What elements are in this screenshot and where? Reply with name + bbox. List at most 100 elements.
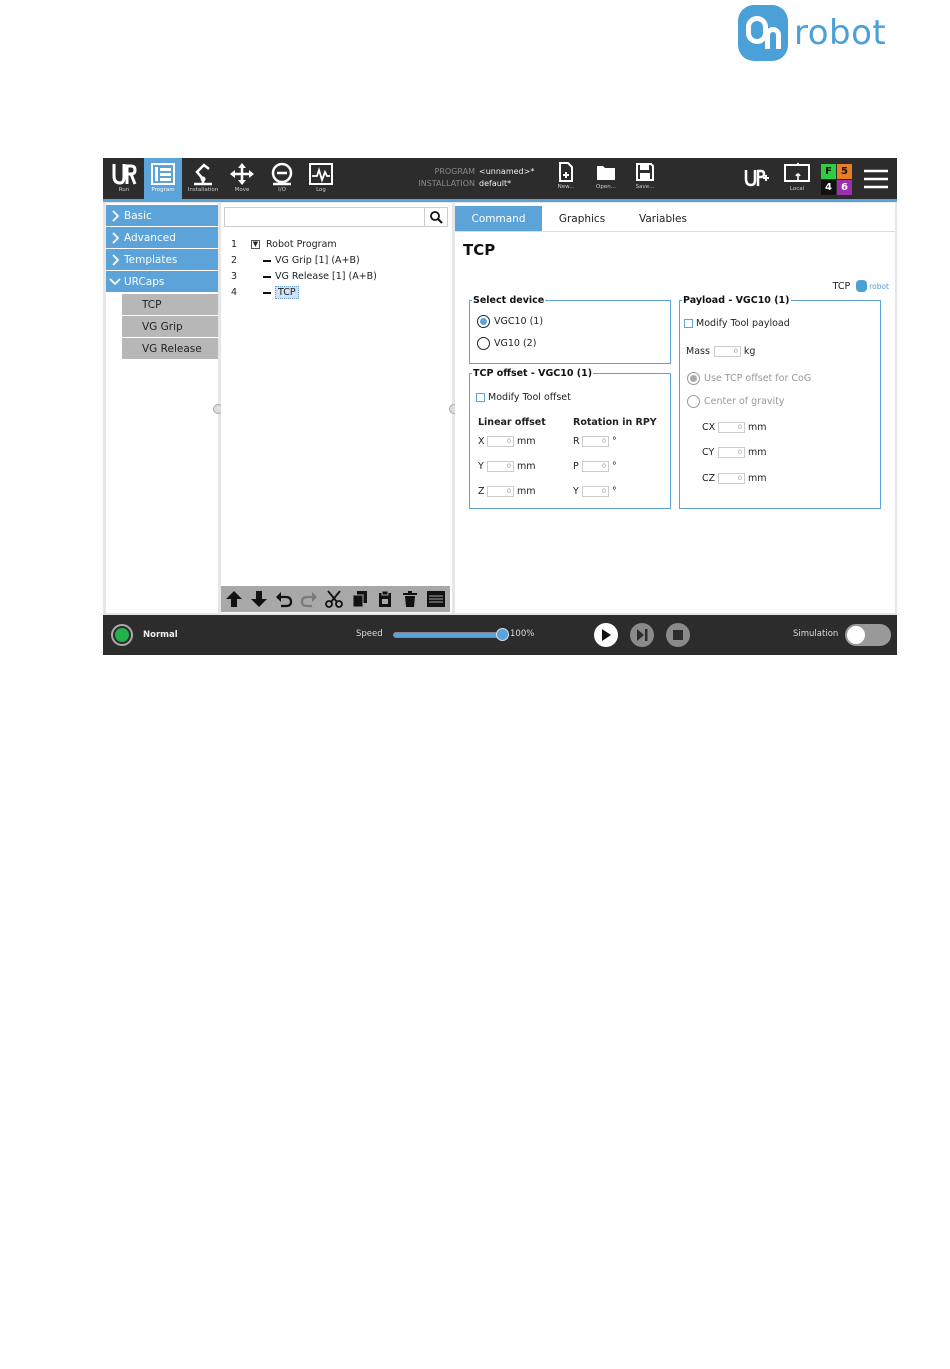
nav-run-label: Run	[118, 187, 130, 193]
installation-name: default*	[479, 179, 512, 188]
move-down-button[interactable]	[250, 590, 268, 608]
cut-button[interactable]	[325, 590, 344, 608]
tree-row[interactable]: 3 VG Release [1] (A+B)	[231, 269, 377, 284]
node-dash-icon	[263, 291, 271, 294]
nav-io[interactable]: I/O	[263, 158, 301, 199]
checkbox-icon[interactable]	[684, 319, 693, 328]
rotation-r-input[interactable]: 0	[582, 436, 609, 447]
sidebar-item-templates[interactable]: Templates	[106, 249, 218, 270]
open-label: Open...	[596, 184, 616, 190]
new-label: New...	[557, 184, 575, 190]
new-button[interactable]: New...	[551, 162, 581, 190]
cog-option-tcp-offset[interactable]: Use TCP offset for CoG	[687, 372, 811, 385]
tcp-tag-label: TCP	[832, 280, 851, 292]
step-icon	[637, 629, 648, 641]
sidebar: Basic Advanced Templates URCaps TCP VG G…	[106, 203, 218, 613]
checkbox-icon[interactable]	[476, 393, 485, 402]
offset-z-input[interactable]: 0	[487, 486, 514, 497]
sidebar-item-basic[interactable]: Basic	[106, 205, 218, 226]
cog-option-center-of-gravity[interactable]: Center of gravity	[687, 395, 785, 408]
nav-log-label: Log	[316, 187, 326, 193]
offset-x-input[interactable]: 0	[487, 436, 514, 447]
radio-unselected-icon[interactable]	[477, 337, 490, 350]
nav-run[interactable]: Run	[105, 158, 143, 199]
power-status-button[interactable]	[111, 624, 133, 646]
sidebar-subitem-label: TCP	[142, 298, 162, 311]
tree-search-input[interactable]	[224, 207, 448, 227]
sidebar-subitem-vg-grip[interactable]: VG Grip	[122, 316, 218, 337]
nav-move[interactable]: Move	[223, 158, 261, 199]
tree-row[interactable]: 2 VG Grip [1] (A+B)	[231, 253, 360, 268]
sidebar-item-label: Basic	[124, 209, 152, 222]
paste-button[interactable]	[376, 590, 394, 608]
move-up-button[interactable]	[225, 590, 243, 608]
onrobot-mini-logo-icon	[856, 280, 868, 292]
nav-log[interactable]: Log	[302, 158, 340, 199]
unit-label: mm	[748, 422, 767, 433]
tree-search-button[interactable]	[424, 208, 447, 226]
onrobot-mini-logo-text: robot	[869, 281, 889, 291]
cog-cy-input[interactable]: 0	[718, 447, 745, 458]
device-option-vg10[interactable]: VG10 (2)	[477, 337, 536, 350]
new-file-icon	[559, 162, 573, 182]
local-control-icon	[784, 162, 810, 182]
cog-cz-input[interactable]: 0	[718, 473, 745, 484]
tree-row-selected[interactable]: 4 TCP	[231, 285, 299, 300]
status-6: 6	[837, 180, 852, 195]
select-device-legend: Select device	[473, 295, 545, 306]
offset-y-input[interactable]: 0	[487, 461, 514, 472]
radio-unselected-disabled-icon[interactable]	[687, 395, 700, 408]
cog-cx-row: CX 0 mm	[702, 422, 767, 433]
sidebar-subitem-label: VG Grip	[142, 320, 183, 333]
copy-button[interactable]	[351, 590, 369, 608]
status-grid[interactable]: F 5 4 6	[821, 164, 852, 195]
mass-input[interactable]: 0	[713, 346, 741, 357]
tab-graphics[interactable]: Graphics	[542, 206, 622, 231]
scissors-icon	[325, 590, 344, 608]
speed-slider-track[interactable]	[393, 632, 503, 638]
rotation-y-input[interactable]: 0	[582, 486, 609, 497]
modify-tool-offset-checkbox[interactable]: Modify Tool offset	[476, 392, 571, 403]
program-icon	[151, 163, 175, 185]
modify-tool-payload-checkbox[interactable]: Modify Tool payload	[684, 318, 790, 329]
tab-variables[interactable]: Variables	[622, 206, 704, 231]
axis-label: CX	[702, 422, 716, 433]
speed-slider-handle[interactable]	[496, 628, 509, 641]
sidebar-item-urcaps[interactable]: URCaps	[106, 271, 218, 292]
cog-option-label: Center of gravity	[704, 396, 785, 407]
radio-selected-icon[interactable]	[477, 315, 490, 328]
nav-io-label: I/O	[278, 187, 286, 193]
urplus-button[interactable]	[744, 168, 770, 192]
sidebar-item-advanced[interactable]: Advanced	[106, 227, 218, 248]
rotation-p-input[interactable]: 0	[582, 461, 609, 472]
delete-button[interactable]	[401, 590, 419, 608]
play-button[interactable]	[594, 623, 618, 647]
collapse-triangle-icon[interactable]: ▼	[251, 240, 260, 249]
cog-option-label: Use TCP offset for CoG	[704, 373, 812, 384]
hamburger-menu-button[interactable]	[863, 168, 889, 194]
tree-row-label: VG Release [1] (A+B)	[275, 271, 377, 282]
radio-selected-disabled-icon[interactable]	[687, 372, 700, 385]
open-button[interactable]: Open...	[591, 162, 621, 190]
device-option-vgc10[interactable]: VGC10 (1)	[477, 315, 543, 328]
sidebar-subitem-vg-release[interactable]: VG Release	[122, 338, 218, 359]
tree-row[interactable]: 1 ▼ Robot Program	[231, 237, 337, 252]
sidebar-subitem-tcp[interactable]: TCP	[122, 294, 218, 315]
polyscope-window: Run Program Installation Move I/O Log PR…	[103, 158, 897, 655]
modify-tool-payload-label: Modify Tool payload	[696, 318, 790, 329]
save-button[interactable]: Save...	[630, 162, 660, 190]
step-button[interactable]	[630, 623, 654, 647]
nav-program[interactable]: Program	[144, 158, 182, 199]
device-option-label: VG10 (2)	[494, 338, 537, 349]
onrobot-logo: robot	[738, 4, 886, 62]
simulation-toggle[interactable]	[845, 624, 891, 646]
axis-label: P	[573, 461, 579, 472]
undo-button[interactable]	[275, 590, 293, 608]
local-button[interactable]: Local	[782, 162, 812, 192]
redo-button[interactable]	[300, 590, 318, 608]
stop-button[interactable]	[666, 623, 690, 647]
cog-cx-input[interactable]: 0	[718, 422, 745, 433]
tab-command[interactable]: Command	[455, 206, 542, 231]
nav-installation[interactable]: Installation	[184, 158, 222, 199]
suppress-button[interactable]	[426, 590, 446, 608]
